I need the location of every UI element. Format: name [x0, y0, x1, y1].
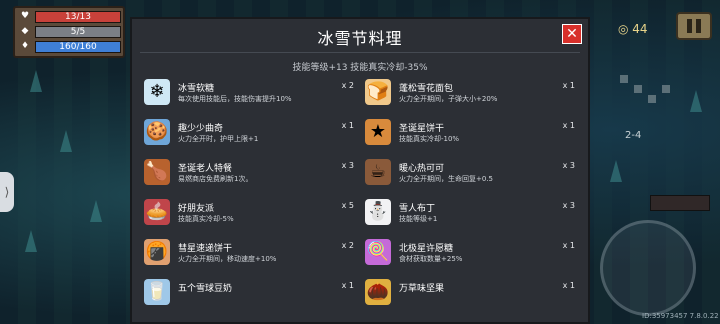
food-item[interactable]: 🥛 五个雪球豆奶 x 1: [144, 277, 354, 309]
hp-value: 13/13: [65, 12, 91, 22]
cooking-panel: 冰雪节料理 ✕ 技能等级+13 技能真实冷却-35% ❄ 冰雪软糖 每次使用技能后，…: [130, 17, 590, 324]
minimap: [620, 75, 680, 120]
food-name: 圣诞星饼干: [399, 124, 445, 134]
energy-value: 160/160: [59, 42, 97, 52]
food-quantity: x 2: [341, 81, 354, 90]
food-effect: 技能真实冷却-5%: [178, 215, 234, 223]
food-name: 冰雪软糖: [178, 84, 215, 94]
food-name: 蓬松雪花面包: [399, 84, 454, 94]
coin-counter: ◎ 44: [618, 22, 648, 36]
food-item[interactable]: 🍞 蓬松雪花面包 火力全开期间，子弹大小+20% x 1: [365, 77, 575, 109]
food-quantity: x 2: [341, 241, 354, 250]
divider: [140, 52, 580, 53]
armor-value: 5/5: [70, 27, 86, 37]
food-effect: 食材获取数量+25%: [399, 255, 463, 263]
food-quantity: x 1: [341, 281, 354, 290]
food-effect: 易燃商店免费刷新1次。: [178, 175, 253, 183]
close-icon: ✕: [566, 26, 578, 42]
tree-decoration: [690, 90, 702, 112]
pie-icon: 🥧: [144, 199, 170, 225]
food-name: 五个雪球豆奶: [178, 284, 233, 294]
food-quantity: x 3: [562, 161, 575, 170]
food-effect: 火力全开期间，生命回复+0.5: [399, 175, 493, 183]
food-name: 暖心热可可: [399, 164, 445, 174]
level-indicator: 2-4: [625, 130, 642, 141]
food-name: 北极星许愿糖: [399, 244, 454, 254]
tree-decoration: [610, 160, 622, 182]
food-quantity: x 1: [562, 241, 575, 250]
food-quantity: x 1: [562, 121, 575, 130]
pause-button[interactable]: [676, 12, 712, 40]
food-name: 彗星速递饼干: [178, 244, 233, 254]
weapon-slot[interactable]: [650, 195, 710, 211]
food-effect: 技能真实冷却-10%: [399, 135, 460, 143]
armor-bar: 5/5: [35, 26, 121, 38]
star-cookie-icon: ★: [365, 119, 391, 145]
food-name: 雪人布丁: [399, 204, 436, 214]
tree-decoration: [30, 70, 42, 92]
bread-icon: 🍞: [365, 79, 391, 105]
food-quantity: x 5: [341, 201, 354, 210]
food-name: 圣诞老人特餐: [178, 164, 233, 174]
tree-decoration: [60, 130, 72, 152]
food-effect: 每次使用技能后，技能伤害提升10%: [178, 95, 292, 103]
food-item[interactable]: ★ 圣诞星饼干 技能真实冷却-10% x 1: [365, 117, 575, 149]
heart-icon: ♥: [20, 11, 30, 21]
food-quantity: x 3: [341, 161, 354, 170]
food-item[interactable]: ❄ 冰雪软糖 每次使用技能后，技能伤害提升10% x 2: [144, 77, 354, 109]
ice-cube-icon: ❄: [144, 79, 170, 105]
food-name: 万草味坚果: [399, 284, 445, 294]
cookie-box-icon: 🍪: [144, 119, 170, 145]
tree-decoration: [25, 230, 37, 252]
food-name: 好朋友派: [178, 204, 215, 214]
milk-carton-icon: 🥛: [144, 279, 170, 305]
food-effect: 技能等级+1: [399, 215, 438, 223]
version-text: ID:35973457 7.8.0.22: [642, 312, 719, 320]
food-effect: 火力全开期间，移动速度+10%: [178, 255, 277, 263]
roast-chicken-icon: 🍗: [144, 159, 170, 185]
shield-icon: ◆: [21, 26, 29, 36]
panel-title: 冰雪节料理: [317, 29, 403, 48]
food-item[interactable]: 🌰 万草味坚果 x 1: [365, 277, 575, 309]
food-quantity: x 1: [562, 281, 575, 290]
food-name: 趣少少曲奇: [178, 124, 224, 134]
food-item[interactable]: 🍗 圣诞老人特餐 易燃商店免费刷新1次。 x 3: [144, 157, 354, 189]
food-effect: 火力全开时，护甲上限+1: [178, 135, 259, 143]
food-quantity: x 1: [562, 81, 575, 90]
close-button[interactable]: ✕: [562, 24, 582, 44]
cocoa-mug-icon: ☕: [365, 159, 391, 185]
nut-icon: 🌰: [365, 279, 391, 305]
tree-decoration: [90, 200, 102, 222]
lollipop-icon: 🍭: [365, 239, 391, 265]
food-item[interactable]: 🍭 北极星许愿糖 食材获取数量+25% x 1: [365, 237, 575, 269]
side-drawer-handle[interactable]: ⟩: [0, 172, 14, 212]
snowman-pudding-icon: ⛄: [365, 199, 391, 225]
food-item[interactable]: 🍪 趣少少曲奇 火力全开时，护甲上限+1 x 1: [144, 117, 354, 149]
food-quantity: x 1: [341, 121, 354, 130]
coin-value: 44: [632, 22, 648, 36]
food-effect: 火力全开期间，子弹大小+20%: [399, 95, 498, 103]
food-item[interactable]: ⛄ 雪人布丁 技能等级+1 x 3: [365, 197, 575, 229]
player-stats: ♥ 13/13 ◆ 5/5 ♦ 160/160: [13, 6, 125, 58]
energy-bar: 160/160: [35, 41, 121, 53]
panel-subtitle: 技能等级+13 技能真实冷却-35%: [292, 63, 428, 73]
food-item[interactable]: ☕ 暖心热可可 火力全开期间，生命回复+0.5 x 3: [365, 157, 575, 189]
food-item[interactable]: 🥧 好朋友派 技能真实冷却-5% x 5: [144, 197, 354, 229]
fire-joystick[interactable]: [600, 220, 696, 316]
food-quantity: x 3: [562, 201, 575, 210]
comet-cookie-icon: 🍘: [144, 239, 170, 265]
food-item[interactable]: 🍘 彗星速递饼干 火力全开期间，移动速度+10% x 2: [144, 237, 354, 269]
hp-bar: 13/13: [35, 11, 121, 23]
energy-icon: ♦: [20, 41, 30, 51]
